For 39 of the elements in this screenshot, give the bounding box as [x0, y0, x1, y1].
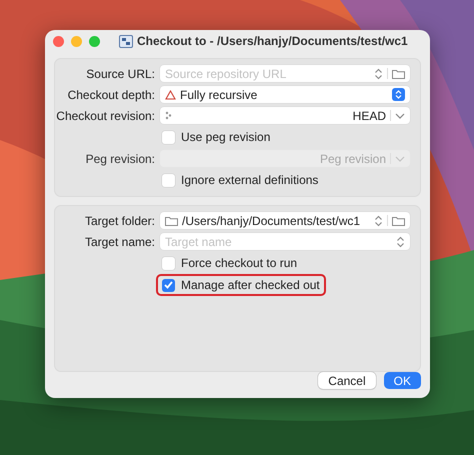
popup-value: Fully recursive — [180, 88, 258, 102]
placeholder-text: Target name — [165, 234, 233, 248]
stepper-icon[interactable] — [374, 68, 383, 80]
combo-field[interactable]: /Users/hanjy/Documents/test/wc1 — [160, 212, 410, 229]
branch-icon — [165, 111, 172, 120]
checkbox-label: Use peg revision — [181, 130, 270, 144]
close-button[interactable] — [53, 36, 64, 46]
field-label: Target name: — [84, 234, 155, 248]
field-value: HEAD — [352, 108, 386, 122]
revision-field[interactable]: HEAD — [160, 107, 410, 124]
window-title: Checkout to - /Users/hanjy/Documents/test/wc1 — [137, 34, 408, 48]
document-icon — [119, 34, 133, 48]
stepper-icon[interactable] — [396, 236, 405, 248]
field-label: Source URL: — [85, 66, 155, 80]
button[interactable]: Cancel — [318, 372, 376, 389]
checkbox[interactable] — [162, 256, 175, 270]
field-label: Checkout revision: — [55, 108, 155, 122]
checkbox-label: Force checkout to run — [181, 256, 298, 270]
zoom-button[interactable] — [89, 36, 100, 46]
field-label: Target folder: — [84, 214, 155, 228]
placeholder-text: Source repository URL — [165, 66, 288, 80]
folder-icon[interactable] — [392, 68, 405, 78]
checkbox-label: Manage after checked out — [181, 278, 320, 292]
default-button[interactable]: OK — [384, 372, 421, 389]
field-label: Checkout depth: — [66, 88, 155, 102]
stepper-icon[interactable] — [374, 214, 383, 226]
checkbox[interactable] — [162, 278, 175, 292]
placeholder-text: Peg revision — [320, 152, 386, 166]
stepper-icon[interactable] — [392, 88, 405, 101]
field-value: /Users/hanjy/Documents/test/wc1 — [182, 214, 362, 228]
folder-icon — [165, 216, 178, 226]
chevron-icon[interactable] — [395, 112, 405, 118]
popup-button[interactable]: Fully recursive — [160, 86, 410, 103]
warning-icon — [165, 90, 176, 100]
folder-icon[interactable] — [392, 216, 405, 226]
checkbox[interactable] — [162, 130, 175, 144]
field-label: Peg revision: — [84, 152, 155, 166]
checkbox[interactable] — [162, 174, 175, 186]
checkbox-label: Ignore external definitions — [181, 173, 318, 187]
